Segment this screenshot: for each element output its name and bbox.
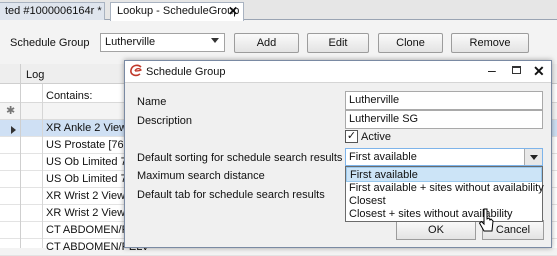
tab-document-label: ted #1000006164r * [5,5,102,17]
close-icon[interactable]: ✕ [228,3,238,19]
name-field[interactable]: Lutherville [345,91,543,110]
edit-button[interactable]: Edit [307,33,369,53]
maximize-icon[interactable] [512,66,521,74]
app-logo-icon [129,64,145,78]
chevron-down-icon [530,155,538,160]
default-sorting-label: Default sorting for schedule search resu… [137,152,343,164]
schedule-group-value: Lutherville [105,36,156,48]
minimize-icon[interactable]: – [488,62,496,78]
clone-button[interactable]: Clone [378,33,443,53]
tab-document[interactable]: ted #1000006164r * [0,2,105,20]
name-label: Name [137,96,167,108]
mouse-pointer-icon [478,207,496,238]
description-field[interactable]: Lutherville SG [345,110,543,129]
max-distance-label: Maximum search distance [137,170,265,182]
dialog-title: Schedule Group [146,66,226,78]
default-sorting-value: First available [349,151,417,163]
tab-lookup-schedulegroup[interactable]: Lookup - ScheduleGroup ✕ [110,2,244,21]
column-header-log[interactable]: Log [26,69,44,81]
active-label: Active [361,131,391,143]
add-button[interactable]: Add [234,33,299,53]
column-divider [42,84,43,248]
default-sorting-select[interactable]: First available [345,148,543,166]
dropdown-option[interactable]: First available [346,167,542,182]
filter-contains-label[interactable]: Contains: [46,90,92,102]
schedule-group-label: Schedule Group [10,37,90,49]
active-checkbox[interactable]: ✓ [345,130,358,143]
remove-button[interactable]: Remove [451,33,529,53]
default-tab-label: Default tab for schedule search results [137,189,325,201]
chevron-down-icon [211,38,219,43]
dropdown-option[interactable]: Closest + sites without availability [346,207,542,222]
ok-button[interactable]: OK [396,220,476,240]
close-icon[interactable]: ✕ [533,63,545,80]
dropdown-button[interactable] [524,149,542,165]
new-row-icon: ✱ [6,105,16,117]
tab-lookup-label: Lookup - ScheduleGroup [117,5,240,17]
column-divider [20,64,21,248]
current-row-pointer-icon [11,126,16,134]
description-label: Description [137,115,193,127]
schedule-group-select[interactable]: Lutherville [100,33,225,52]
